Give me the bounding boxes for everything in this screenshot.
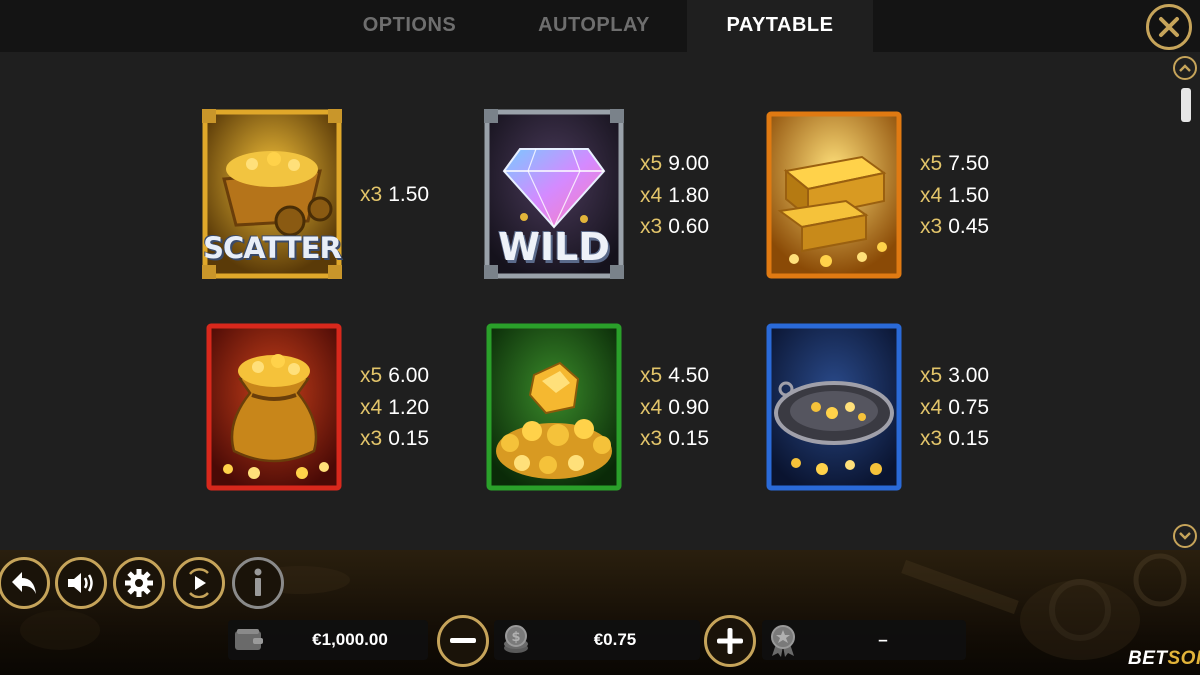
pay-value: 1.50	[948, 183, 990, 207]
tab-bar: OPTIONS AUTOPLAY PAYTABLE	[0, 0, 1200, 52]
gold-bars-symbol	[766, 111, 906, 281]
multiplier: x5	[920, 364, 943, 387]
pay-row: x5 3.00	[920, 360, 989, 392]
wild-pays: x5 9.00 x4 1.80 x3 0.60	[640, 148, 709, 243]
info-icon	[254, 568, 262, 596]
plus-icon	[717, 628, 743, 654]
close-button[interactable]	[1146, 4, 1192, 50]
pay-row: x3 0.60	[640, 211, 709, 243]
multiplier: x4	[640, 183, 663, 207]
pay-value: 4.50	[668, 364, 710, 387]
sound-button[interactable]	[55, 557, 107, 609]
pay-value: 0.90	[668, 395, 710, 419]
pay-value: 0.15	[668, 427, 710, 450]
multiplier: x3	[360, 183, 383, 206]
tab-paytable[interactable]: PAYTABLE	[687, 0, 873, 52]
multiplier: x5	[640, 364, 663, 387]
multiplier: x5	[920, 152, 943, 175]
gold-pan-symbol	[766, 323, 906, 493]
chevron-up-icon	[1179, 64, 1191, 72]
pay-value: 7.50	[948, 152, 990, 175]
pay-row: x3 0.15	[360, 423, 429, 455]
increase-bet-button[interactable]	[704, 615, 756, 667]
tab-options[interactable]: OPTIONS	[322, 0, 497, 52]
gold-sack-symbol	[206, 323, 346, 493]
betsoft-logo: BETSOFT	[1128, 648, 1200, 670]
multiplier: x3	[640, 427, 663, 450]
pay-row: x3 0.45	[920, 211, 989, 243]
multiplier: x4	[640, 395, 663, 419]
svg-text:$: $	[511, 630, 520, 645]
pay-row: x5 6.00	[360, 360, 429, 392]
multiplier: x3	[920, 427, 943, 450]
pay-value: 0.75	[948, 395, 990, 419]
pay-value: 0.15	[948, 427, 990, 450]
multiplier: x4	[360, 395, 383, 419]
chevron-down-icon	[1179, 532, 1191, 540]
scatter-label: SCATTER	[203, 231, 342, 265]
pay-value: 1.20	[388, 395, 430, 419]
gold-nugget-symbol	[486, 323, 626, 493]
tab-autoplay[interactable]: AUTOPLAY	[505, 0, 683, 52]
pay-row: x4 1.80	[640, 180, 709, 212]
multiplier: x3	[640, 215, 663, 238]
multiplier: x4	[920, 395, 943, 419]
pay-value: 0.45	[948, 215, 990, 238]
gold-nugget-pays: x5 4.50 x4 0.90 x3 0.15	[640, 360, 709, 455]
multiplier: x5	[360, 364, 383, 387]
gold-bars-pays: x5 7.50 x4 1.50 x3 0.45	[920, 148, 989, 243]
wild-symbol: WILD	[484, 109, 624, 279]
pay-value: 3.00	[948, 364, 990, 387]
settings-icon	[125, 569, 153, 597]
scatter-symbol: SCATTER	[202, 109, 342, 279]
pay-value: 9.00	[668, 152, 710, 175]
minus-icon	[450, 638, 476, 643]
gold-sack-pays: x5 6.00 x4 1.20 x3 0.15	[360, 360, 429, 455]
multiplier: x5	[640, 152, 663, 175]
pay-row: x3 0.15	[920, 423, 989, 455]
wallet-icon	[235, 629, 263, 650]
info-button[interactable]	[232, 557, 284, 609]
pay-row: x5 9.00	[640, 148, 709, 180]
decrease-bet-button[interactable]	[437, 615, 489, 667]
scrollbar-thumb[interactable]	[1181, 88, 1191, 122]
pay-row: x3 0.15	[640, 423, 709, 455]
pay-value: 1.50	[388, 183, 430, 206]
balance-value: €1,000.00	[312, 630, 388, 649]
pay-value: 0.15	[388, 427, 430, 450]
autoplay-icon	[189, 568, 209, 598]
sound-icon	[68, 573, 93, 593]
pay-row: x5 7.50	[920, 148, 989, 180]
pay-value: 6.00	[388, 364, 430, 387]
close-icon	[1159, 17, 1179, 37]
pay-row: x4 0.75	[920, 392, 989, 424]
logo-part-2: SOFT	[1167, 648, 1200, 669]
scatter-pays: x3 1.50	[360, 179, 429, 211]
pay-row: x4 0.90	[640, 392, 709, 424]
pay-row: x4 1.50	[920, 180, 989, 212]
logo-part-1: BET	[1128, 648, 1168, 669]
win-value: –	[878, 630, 888, 649]
gold-pan-pays: x5 3.00 x4 0.75 x3 0.15	[920, 360, 989, 455]
multiplier: x3	[920, 215, 943, 238]
settings-button[interactable]	[113, 557, 165, 609]
pay-value: 1.80	[668, 183, 710, 207]
multiplier: x3	[360, 427, 383, 450]
pay-row: x5 4.50	[640, 360, 709, 392]
scroll-up-button[interactable]	[1173, 56, 1197, 80]
bet-value: €0.75	[593, 630, 637, 649]
award-icon	[771, 625, 795, 657]
scroll-down-button[interactable]	[1173, 524, 1197, 548]
autoplay-button[interactable]	[173, 557, 225, 609]
back-icon	[12, 572, 36, 594]
pay-value: 0.60	[668, 215, 710, 238]
pay-row: x3 1.50	[360, 179, 429, 211]
back-button[interactable]	[0, 557, 50, 609]
coins-icon: $	[504, 625, 528, 653]
multiplier: x4	[920, 183, 943, 207]
wild-label: WILD	[498, 225, 610, 269]
pay-row: x4 1.20	[360, 392, 429, 424]
